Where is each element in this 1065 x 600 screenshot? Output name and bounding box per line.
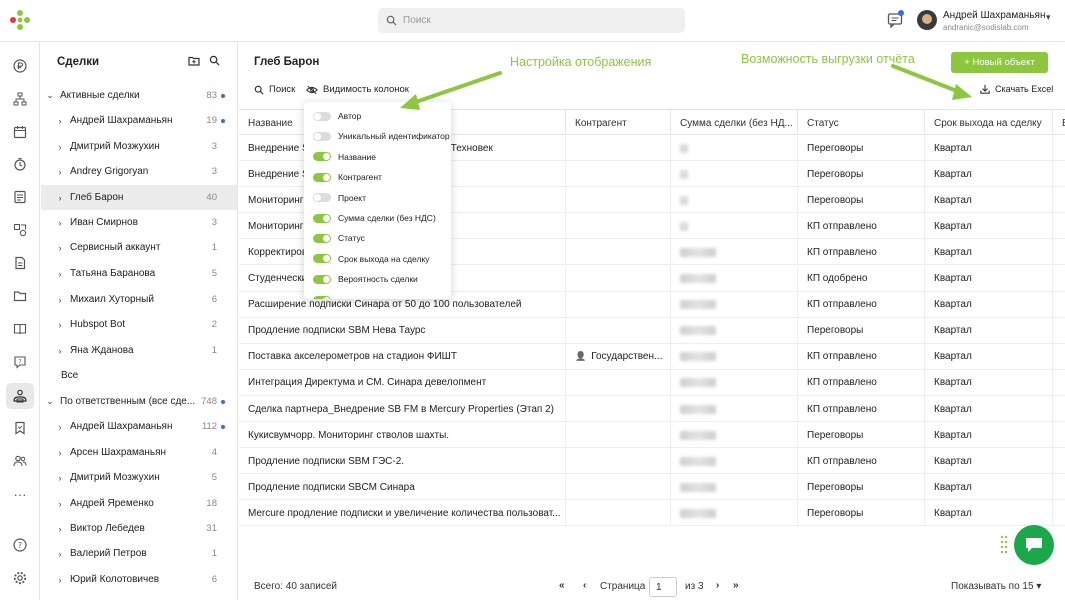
- chat-bubble-icon: [1026, 538, 1042, 552]
- app-window: Поиск Андрей Шахраманьян andranic@sodisl…: [0, 0, 1065, 600]
- drag-handle-icon[interactable]: [1000, 535, 1008, 555]
- support-chat-button[interactable]: [1014, 525, 1054, 565]
- annotation-export: Возможность выгрузки отчёта: [741, 52, 915, 66]
- annotation-arrows: [400, 64, 972, 110]
- annotation-display-settings: Настройка отображения: [510, 55, 652, 69]
